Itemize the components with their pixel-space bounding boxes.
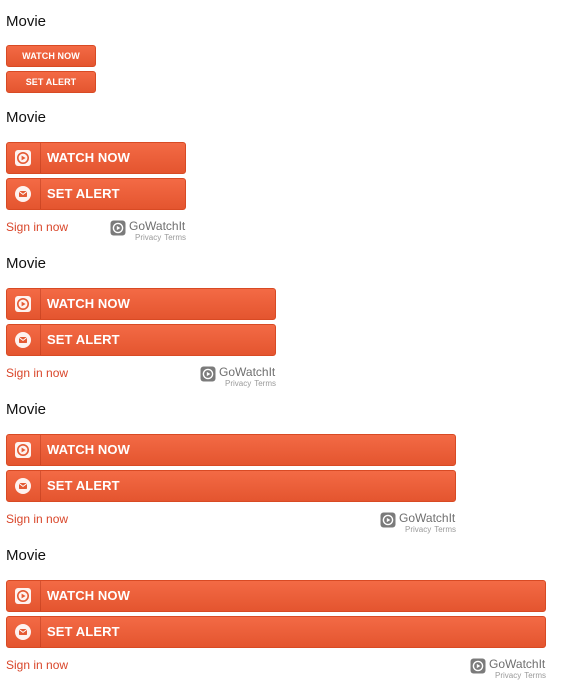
movie-title: Movie [6, 547, 47, 564]
gowatchit-branding: GoWatchIt Privacy Terms [200, 364, 276, 388]
watch-now-label: WATCH NOW [47, 296, 130, 311]
sign-in-link[interactable]: Sign in now [6, 366, 68, 380]
terms-link[interactable]: Terms [254, 379, 276, 388]
watch-now-button[interactable]: WATCH NOW [6, 45, 96, 67]
play-icon [15, 442, 31, 458]
brand-name: GoWatchIt [219, 365, 276, 379]
watch-now-icon-cell [7, 435, 41, 465]
set-alert-label: SET ALERT [47, 624, 120, 639]
watch-now-button[interactable]: WATCH NOW [6, 142, 186, 174]
play-icon [15, 150, 31, 166]
gowatchit-branding: GoWatchIt Privacy Terms [470, 656, 546, 680]
set-alert-button[interactable]: SET ALERT [6, 470, 456, 502]
brand-name: GoWatchIt [129, 219, 186, 233]
movie-title: Movie [6, 255, 47, 272]
set-alert-label: SET ALERT [47, 186, 120, 201]
set-alert-button[interactable]: SET ALERT [6, 71, 96, 93]
watch-now-button[interactable]: WATCH NOW [6, 434, 456, 466]
watch-now-label: WATCH NOW [47, 150, 130, 165]
set-alert-icon-cell [7, 179, 41, 209]
play-logo-icon [200, 366, 216, 382]
privacy-link[interactable]: Privacy [405, 525, 431, 534]
sign-in-link[interactable]: Sign in now [6, 658, 68, 672]
sign-in-link[interactable]: Sign in now [6, 220, 68, 234]
set-alert-icon-cell [7, 325, 41, 355]
privacy-link[interactable]: Privacy [135, 233, 161, 242]
privacy-link[interactable]: Privacy [495, 671, 521, 680]
play-logo-icon [380, 512, 396, 528]
legal-links: Privacy Terms [495, 672, 546, 680]
watch-now-label: WATCH NOW [47, 442, 130, 457]
envelope-icon [15, 624, 31, 640]
set-alert-icon-cell [7, 617, 41, 647]
movie-title: Movie [6, 109, 47, 126]
play-logo-icon [470, 658, 486, 674]
legal-links: Privacy Terms [135, 234, 186, 242]
terms-link[interactable]: Terms [434, 525, 456, 534]
set-alert-button[interactable]: SET ALERT [6, 324, 276, 356]
set-alert-label: SET ALERT [47, 332, 120, 347]
envelope-icon [15, 478, 31, 494]
watch-now-button[interactable]: WATCH NOW [6, 288, 276, 320]
privacy-link[interactable]: Privacy [225, 379, 251, 388]
movie-title: Movie [6, 13, 47, 30]
play-icon [15, 588, 31, 604]
brand-name: GoWatchIt [399, 511, 456, 525]
set-alert-icon-cell [7, 471, 41, 501]
gowatchit-branding: GoWatchIt Privacy Terms [110, 218, 186, 242]
watch-now-icon-cell [7, 581, 41, 611]
gowatchit-branding: GoWatchIt Privacy Terms [380, 510, 456, 534]
set-alert-button[interactable]: SET ALERT [6, 616, 546, 648]
watch-now-icon-cell [7, 143, 41, 173]
envelope-icon [15, 332, 31, 348]
terms-link[interactable]: Terms [524, 671, 546, 680]
legal-links: Privacy Terms [405, 526, 456, 534]
play-icon [15, 296, 31, 312]
movie-title: Movie [6, 401, 47, 418]
terms-link[interactable]: Terms [164, 233, 186, 242]
legal-links: Privacy Terms [225, 380, 276, 388]
watch-now-button[interactable]: WATCH NOW [6, 580, 546, 612]
set-alert-label: SET ALERT [47, 478, 120, 493]
set-alert-button[interactable]: SET ALERT [6, 178, 186, 210]
watch-now-icon-cell [7, 289, 41, 319]
play-logo-icon [110, 220, 126, 236]
sign-in-link[interactable]: Sign in now [6, 512, 68, 526]
envelope-icon [15, 186, 31, 202]
watch-now-label: WATCH NOW [47, 588, 130, 603]
brand-name: GoWatchIt [489, 657, 546, 671]
